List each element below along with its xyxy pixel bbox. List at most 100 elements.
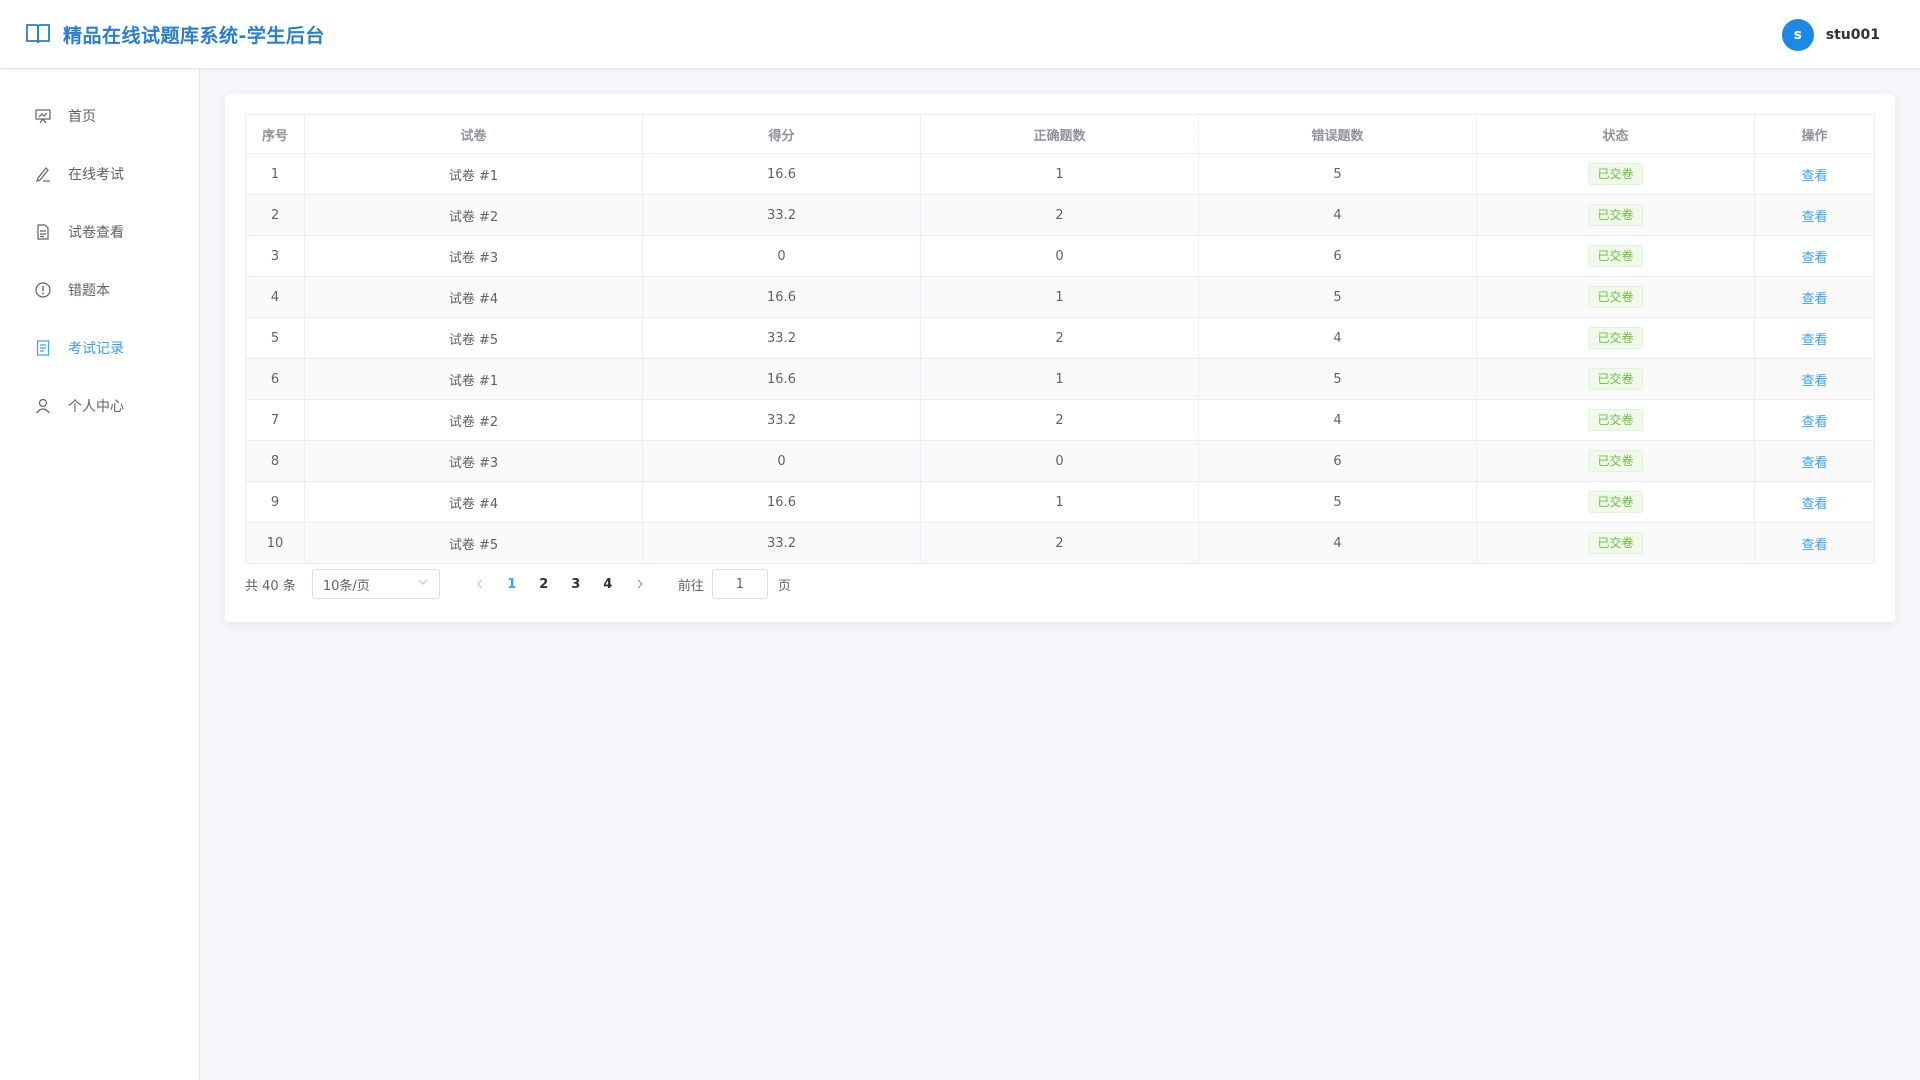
- page-number-2[interactable]: 2: [531, 570, 557, 598]
- cell-action: 查看: [1754, 440, 1875, 482]
- page-number-4[interactable]: 4: [595, 570, 621, 598]
- page-number-1[interactable]: 1: [499, 570, 525, 598]
- column-header-wrong: 错误题数: [1198, 114, 1477, 154]
- view-link[interactable]: 查看: [1801, 210, 1827, 225]
- cell-wrong: 5: [1198, 153, 1477, 195]
- cell-index: 7: [245, 399, 305, 441]
- goto-suffix: 页: [777, 578, 791, 594]
- view-link[interactable]: 查看: [1801, 333, 1827, 348]
- username[interactable]: stu001: [1826, 27, 1880, 43]
- cell-action: 查看: [1754, 276, 1875, 318]
- sidebar-item-paper-view[interactable]: 试卷查看: [0, 203, 199, 261]
- table-row: 1 试卷 #1 16.6 1 5 已交卷 查看: [245, 153, 1875, 195]
- cell-wrong: 6: [1198, 235, 1477, 277]
- goto-page-input[interactable]: [711, 569, 768, 599]
- sidebar-item-label: 试卷查看: [68, 225, 124, 241]
- sidebar: 首页 在线考试 试卷查看 错题本 考试记录 个人中心: [0, 69, 200, 1080]
- sidebar-item-personal-center[interactable]: 个人中心: [0, 377, 199, 435]
- table-row: 3 试卷 #3 0 0 6 已交卷 查看: [245, 235, 1875, 277]
- table-row: 9 试卷 #4 16.6 1 5 已交卷 查看: [245, 481, 1875, 523]
- view-link[interactable]: 查看: [1801, 169, 1827, 184]
- cell-status: 已交卷: [1476, 440, 1755, 482]
- cell-paper: 试卷 #5: [304, 522, 643, 564]
- sidebar-item-home[interactable]: 首页: [0, 87, 199, 145]
- view-link[interactable]: 查看: [1801, 292, 1827, 307]
- view-link[interactable]: 查看: [1801, 374, 1827, 389]
- page-number-3[interactable]: 3: [563, 570, 589, 598]
- cell-score: 33.2: [642, 194, 921, 236]
- presentation-icon: [34, 107, 52, 125]
- cell-index: 4: [245, 276, 305, 318]
- next-page-button[interactable]: [628, 570, 652, 598]
- cell-paper: 试卷 #1: [304, 153, 643, 195]
- status-badge: 已交卷: [1588, 491, 1643, 513]
- cell-correct: 2: [920, 399, 1199, 441]
- avatar[interactable]: s: [1781, 18, 1814, 51]
- cell-score: 16.6: [642, 276, 921, 318]
- sidebar-item-exam-records[interactable]: 考试记录: [0, 319, 199, 377]
- sidebar-item-label: 错题本: [68, 283, 110, 299]
- cell-action: 查看: [1754, 522, 1875, 564]
- cell-correct: 2: [920, 317, 1199, 359]
- status-badge: 已交卷: [1588, 204, 1643, 226]
- cell-action: 查看: [1754, 235, 1875, 277]
- page-size-value: 10条/页: [322, 578, 370, 594]
- view-link[interactable]: 查看: [1801, 456, 1827, 471]
- cell-action: 查看: [1754, 153, 1875, 195]
- status-badge: 已交卷: [1588, 245, 1643, 267]
- cell-correct: 0: [920, 440, 1199, 482]
- cell-index: 6: [245, 358, 305, 400]
- status-badge: 已交卷: [1588, 532, 1643, 554]
- cell-action: 查看: [1754, 399, 1875, 441]
- column-header-status: 状态: [1476, 114, 1755, 154]
- app-title: 精品在线试题库系统-学生后台: [63, 24, 325, 47]
- cell-index: 8: [245, 440, 305, 482]
- cell-status: 已交卷: [1476, 194, 1755, 236]
- sidebar-item-wrong-book[interactable]: 错题本: [0, 261, 199, 319]
- table-row: 5 试卷 #5 33.2 2 4 已交卷 查看: [245, 317, 1875, 359]
- record-icon: [34, 339, 52, 357]
- cell-index: 3: [245, 235, 305, 277]
- main-content: 序号 试卷 得分 正确题数 错误题数 状态 操作 1 试卷 #1 16.6 1 …: [200, 69, 1920, 1080]
- cell-correct: 2: [920, 194, 1199, 236]
- cell-wrong: 4: [1198, 522, 1477, 564]
- chevron-left-icon: [476, 579, 483, 589]
- cell-score: 16.6: [642, 358, 921, 400]
- chevron-down-icon: [417, 576, 429, 592]
- cell-score: 0: [642, 235, 921, 277]
- cell-score: 16.6: [642, 481, 921, 523]
- cell-correct: 0: [920, 235, 1199, 277]
- user-menu[interactable]: s stu001: [1781, 0, 1880, 69]
- view-link[interactable]: 查看: [1801, 415, 1827, 430]
- cell-wrong: 5: [1198, 481, 1477, 523]
- status-badge: 已交卷: [1588, 409, 1643, 431]
- table-row: 8 试卷 #3 0 0 6 已交卷 查看: [245, 440, 1875, 482]
- cell-wrong: 5: [1198, 276, 1477, 318]
- prev-page-button[interactable]: [468, 570, 492, 598]
- cell-correct: 1: [920, 276, 1199, 318]
- view-link[interactable]: 查看: [1801, 497, 1827, 512]
- cell-index: 5: [245, 317, 305, 359]
- cell-index: 1: [245, 153, 305, 195]
- cell-wrong: 4: [1198, 194, 1477, 236]
- cell-paper: 试卷 #5: [304, 317, 643, 359]
- cell-action: 查看: [1754, 481, 1875, 523]
- pagination: 共 40 条 10条/页 1 2 3 4 前往 页: [245, 569, 791, 599]
- chevron-right-icon: [637, 579, 643, 589]
- sidebar-item-online-exam[interactable]: 在线考试: [0, 145, 199, 203]
- total-count: 共 40 条: [245, 578, 296, 594]
- page-size-select[interactable]: 10条/页: [311, 569, 440, 599]
- cell-wrong: 6: [1198, 440, 1477, 482]
- view-link[interactable]: 查看: [1801, 251, 1827, 266]
- records-card: 序号 试卷 得分 正确题数 错误题数 状态 操作 1 试卷 #1 16.6 1 …: [225, 94, 1895, 622]
- cell-status: 已交卷: [1476, 153, 1755, 195]
- cell-paper: 试卷 #1: [304, 358, 643, 400]
- cell-index: 9: [245, 481, 305, 523]
- status-badge: 已交卷: [1588, 450, 1643, 472]
- cell-score: 33.2: [642, 522, 921, 564]
- view-link[interactable]: 查看: [1801, 538, 1827, 553]
- book-icon: [25, 21, 51, 47]
- cell-index: 10: [245, 522, 305, 564]
- cell-paper: 试卷 #4: [304, 276, 643, 318]
- cell-status: 已交卷: [1476, 481, 1755, 523]
